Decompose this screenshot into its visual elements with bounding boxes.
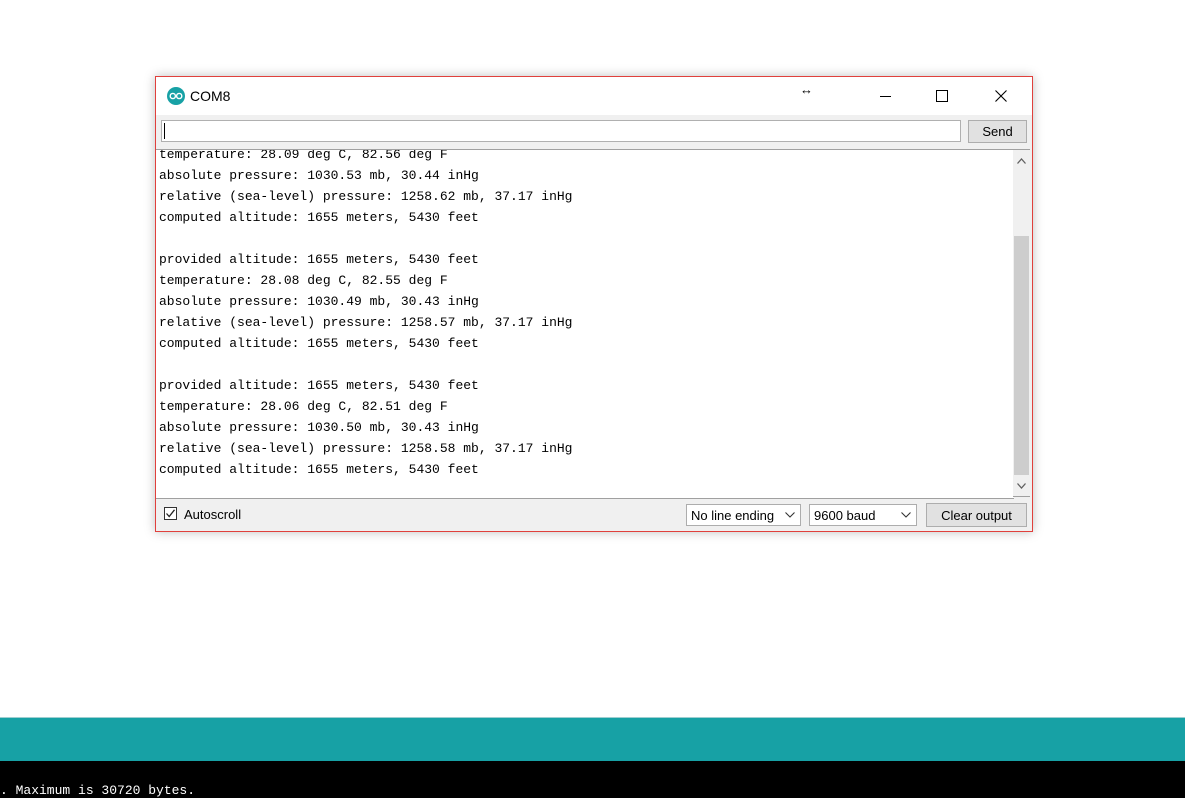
clear-output-button[interactable]: Clear output	[926, 503, 1027, 527]
output-lines: temperature: 28.09 deg C, 82.56 deg F abs…	[159, 149, 573, 480]
chevron-down-icon	[901, 512, 911, 518]
send-button[interactable]: Send	[968, 120, 1027, 143]
output-line: computed altitude: 1655 meters, 5430 fee…	[159, 462, 479, 477]
title-bar[interactable]: COM8 ↔	[156, 77, 1032, 115]
autoscroll-checkbox[interactable]	[164, 507, 177, 520]
resize-cursor-icon: ↔	[800, 82, 813, 97]
output-line: relative (sea-level) pressure: 1258.58 m…	[159, 441, 573, 456]
scrollbar-thumb[interactable]	[1014, 236, 1029, 475]
window-title: COM8	[190, 88, 231, 104]
output-line: absolute pressure: 1030.50 mb, 30.43 inH…	[159, 420, 479, 435]
chevron-down-icon	[1017, 482, 1026, 489]
minimize-icon	[879, 95, 891, 97]
close-button[interactable]	[978, 77, 1024, 115]
output-line: absolute pressure: 1030.53 mb, 30.44 inH…	[159, 168, 479, 183]
baud-rate-select[interactable]: 9600 baud	[809, 504, 917, 526]
output-line: computed altitude: 1655 meters, 5430 fee…	[159, 336, 479, 351]
output-line: relative (sea-level) pressure: 1258.57 m…	[159, 315, 573, 330]
checkmark-icon	[166, 509, 176, 518]
text-caret	[164, 123, 165, 139]
minimize-button[interactable]	[862, 77, 908, 115]
output-line: absolute pressure: 1030.49 mb, 30.43 inH…	[159, 294, 479, 309]
ide-status-bar	[0, 718, 1185, 761]
output-line: computed altitude: 1655 meters, 5430 fee…	[159, 210, 479, 225]
serial-monitor-window: COM8 ↔ Send temperature: 28.09 deg C, 82…	[155, 76, 1033, 532]
output-line: relative (sea-level) pressure: 1258.62 m…	[159, 189, 573, 204]
scroll-up-button[interactable]	[1013, 152, 1030, 169]
close-icon	[995, 90, 1007, 102]
output-line: temperature: 28.06 deg C, 82.51 deg F	[159, 399, 448, 414]
serial-input[interactable]	[161, 120, 961, 142]
line-ending-value: No line ending	[691, 508, 775, 523]
vertical-scrollbar[interactable]	[1013, 149, 1030, 497]
output-line: provided altitude: 1655 meters, 5430 fee…	[159, 378, 479, 393]
autoscroll-label: Autoscroll	[184, 507, 242, 522]
output-line: provided altitude: 1655 meters, 5430 fee…	[159, 252, 479, 267]
baud-rate-value: 9600 baud	[814, 508, 876, 523]
scroll-down-button[interactable]	[1013, 477, 1030, 494]
maximize-icon	[936, 90, 948, 102]
maximize-button[interactable]	[919, 77, 965, 115]
arduino-logo-icon	[167, 87, 185, 105]
output-line: temperature: 28.08 deg C, 82.55 deg F	[159, 273, 448, 288]
console-message: . Maximum is 30720 bytes.	[0, 783, 196, 798]
line-ending-select[interactable]: No line ending	[686, 504, 801, 526]
bottom-toolbar: Autoscroll No line ending 9600 baud Clea…	[156, 499, 1032, 531]
chevron-down-icon	[785, 512, 795, 518]
serial-output[interactable]: temperature: 28.09 deg C, 82.56 deg F abs…	[156, 149, 1014, 499]
output-line: temperature: 28.09 deg C, 82.56 deg F	[159, 149, 448, 162]
chevron-up-icon	[1017, 157, 1026, 164]
ide-console: . Maximum is 30720 bytes.	[0, 761, 1185, 798]
